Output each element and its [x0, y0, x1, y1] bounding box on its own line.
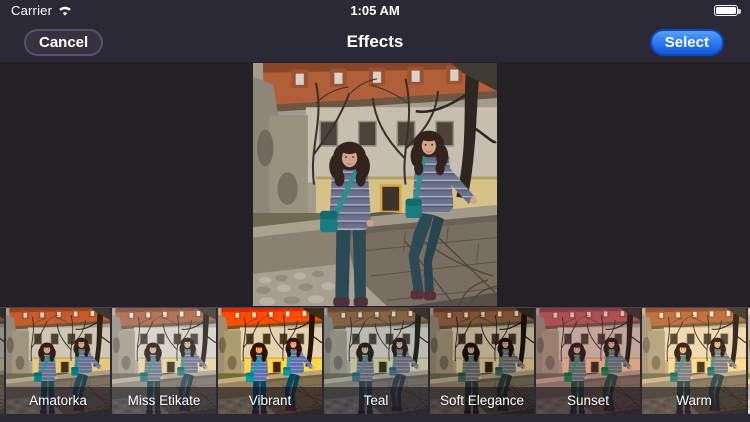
- effects-screen: Carrier 1:05 AM Cancel Effects Select Am…: [0, 0, 750, 422]
- filter-label: Teal: [363, 393, 389, 408]
- filter-label: Warm: [676, 393, 712, 408]
- filter-label: Soft Elegance: [439, 393, 525, 408]
- filter-label: Vibrant: [248, 393, 292, 408]
- filter-thumbnail-vibrant[interactable]: Vibrant: [218, 308, 322, 414]
- status-bar: Carrier 1:05 AM: [0, 0, 750, 23]
- filter-label: Miss Etikate: [127, 393, 201, 408]
- battery-section: [714, 5, 741, 16]
- filter-label-band: Vibrant: [218, 387, 322, 414]
- filter-label-band: Amatorka: [6, 387, 110, 414]
- filter-thumbnail-miss-etikate[interactable]: Miss Etikate: [112, 308, 216, 414]
- navigation-bar: Cancel Effects Select: [0, 23, 750, 62]
- filter-label-band: Warm: [642, 387, 746, 414]
- filter-label-band: Soft Elegance: [430, 387, 534, 414]
- filter-thumbnail-teal[interactable]: Teal: [324, 308, 428, 414]
- battery-fill: [716, 7, 736, 14]
- battery-nub: [738, 8, 741, 14]
- photo-stage: [0, 62, 750, 307]
- filter-label-band: Miss Etikate: [112, 387, 216, 414]
- filter-thumbnail-soft-elegance[interactable]: Soft Elegance: [430, 308, 534, 414]
- filter-thumbnail-amatorka[interactable]: Amatorka: [6, 308, 110, 414]
- carrier-label: Carrier: [11, 3, 53, 18]
- select-button[interactable]: Select: [649, 29, 724, 56]
- filter-thumbnail-warm[interactable]: Warm: [642, 308, 746, 414]
- filter-label-band: Sunset: [536, 387, 640, 414]
- clock-label: 1:05 AM: [350, 3, 400, 18]
- photo-preview: [253, 63, 497, 306]
- filter-thumbnail-partial-left[interactable]: [0, 308, 4, 414]
- carrier-section: Carrier: [11, 3, 73, 18]
- wifi-icon: [59, 6, 71, 16]
- page-title: Effects: [346, 32, 404, 51]
- filter-strip[interactable]: Amatorka Miss Etikate Vibrant Teal Soft: [0, 307, 750, 414]
- battery-icon: [714, 5, 741, 16]
- filter-label: Sunset: [566, 393, 610, 408]
- filter-thumbnail-sunset[interactable]: Sunset: [536, 308, 640, 414]
- filter-label-band: Teal: [324, 387, 428, 414]
- filter-label: Amatorka: [29, 393, 87, 408]
